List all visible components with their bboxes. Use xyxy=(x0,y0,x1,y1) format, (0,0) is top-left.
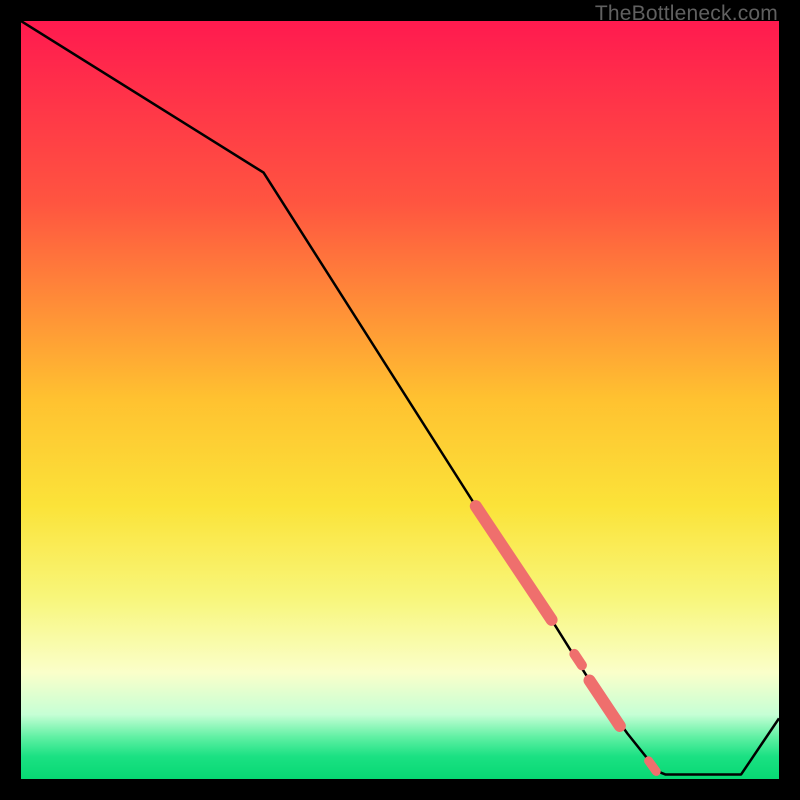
watermark-text: TheBottleneck.com xyxy=(595,2,778,26)
chart-svg xyxy=(21,21,779,779)
highlight-segment xyxy=(649,761,657,772)
highlight-segment xyxy=(574,654,582,665)
chart-frame: TheBottleneck.com xyxy=(0,0,800,800)
plot-area xyxy=(21,21,779,779)
gradient-background xyxy=(21,21,779,779)
